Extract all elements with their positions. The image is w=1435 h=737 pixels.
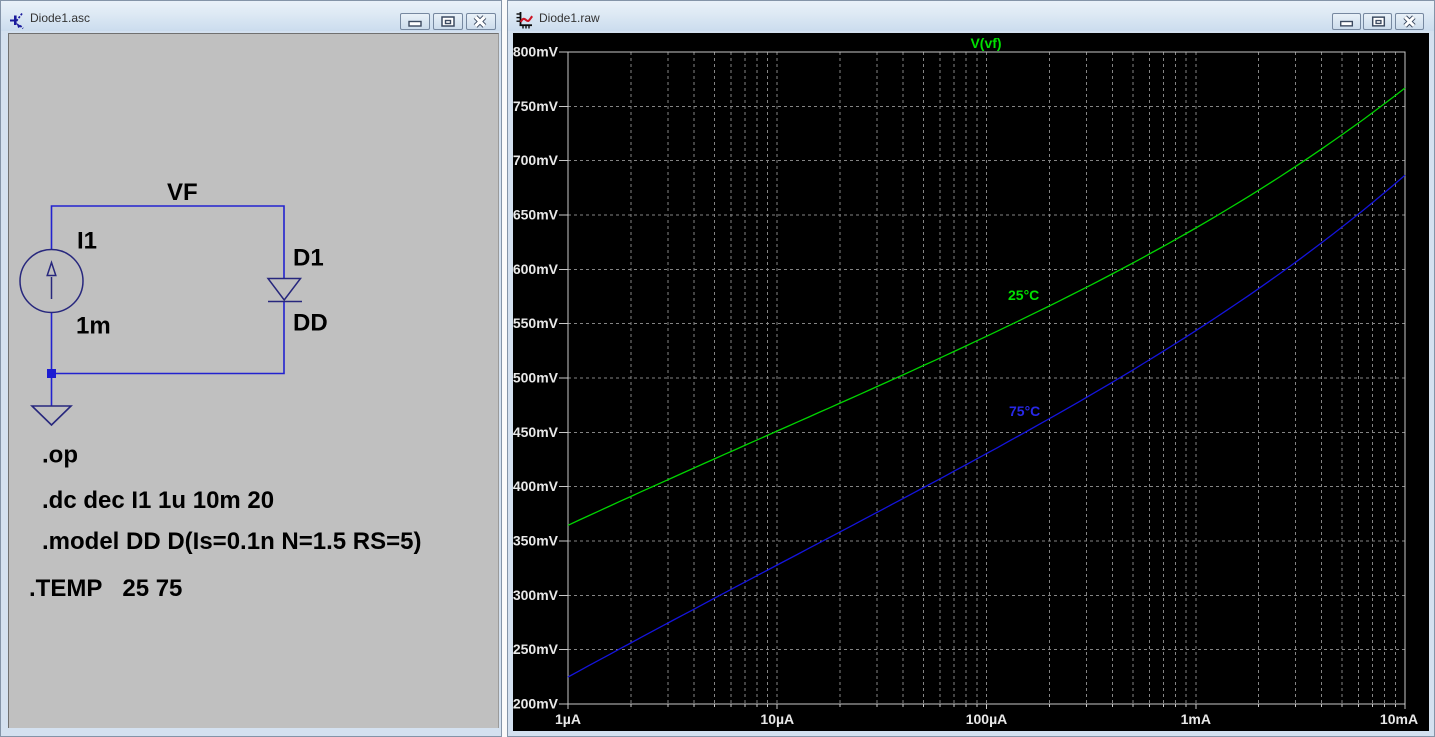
svg-text:75°C: 75°C (1009, 403, 1040, 419)
svg-text:1µA: 1µA (555, 711, 581, 727)
svg-text:V(vf): V(vf) (970, 35, 1001, 51)
svg-text:10mA: 10mA (1380, 711, 1418, 727)
svg-text:1m: 1m (76, 313, 111, 340)
svg-text:750mV: 750mV (513, 98, 559, 114)
svg-text:600mV: 600mV (513, 261, 559, 277)
svg-text:DD: DD (293, 310, 328, 337)
svg-text:25°C: 25°C (1008, 287, 1039, 303)
svg-text:I1: I1 (77, 228, 97, 255)
svg-text:.dc dec I1 1u 10m 20: .dc dec I1 1u 10m 20 (42, 487, 274, 514)
svg-text:.TEMP 25 75: .TEMP 25 75 (29, 575, 182, 602)
svg-text:550mV: 550mV (513, 315, 559, 331)
svg-text:100µA: 100µA (966, 711, 1008, 727)
svg-text:500mV: 500mV (513, 370, 559, 386)
svg-text:.op: .op (42, 442, 78, 469)
svg-text:800mV: 800mV (513, 44, 559, 60)
svg-text:450mV: 450mV (513, 424, 559, 440)
svg-text:200mV: 200mV (513, 696, 559, 712)
svg-text:650mV: 650mV (513, 207, 559, 223)
svg-text:10µA: 10µA (760, 711, 794, 727)
svg-text:1mA: 1mA (1181, 711, 1211, 727)
svg-text:VF: VF (167, 179, 198, 206)
svg-text:700mV: 700mV (513, 152, 559, 168)
svg-text:350mV: 350mV (513, 533, 559, 549)
svg-text:300mV: 300mV (513, 587, 559, 603)
svg-text:250mV: 250mV (513, 641, 559, 657)
svg-text:D1: D1 (293, 245, 324, 272)
svg-text:400mV: 400mV (513, 478, 559, 494)
svg-text:.model DD D(Is=0.1n N=1.5 RS=5: .model DD D(Is=0.1n N=1.5 RS=5) (42, 528, 421, 555)
